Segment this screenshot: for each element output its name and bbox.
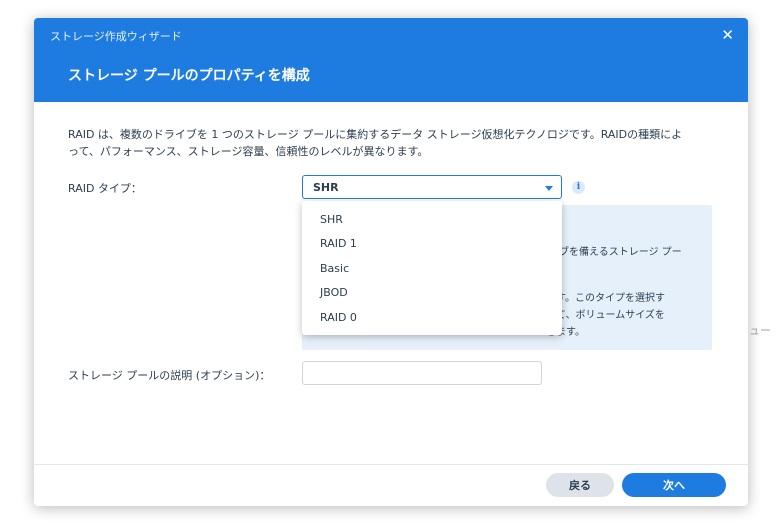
- info-icon[interactable]: i: [572, 181, 585, 194]
- dialog-header: ストレージ作成ウィザード ✕ ストレージ プールのプロパティを構成: [34, 18, 748, 102]
- raid-description-line-2: って、パフォーマンス、ストレージ容量、信頼性のレベルが異なります。: [68, 145, 429, 158]
- dropdown-option-shr[interactable]: SHR: [320, 213, 343, 226]
- raid-type-label: RAID タイプ：: [68, 182, 142, 195]
- dropdown-option-raid1[interactable]: RAID 1: [320, 237, 357, 250]
- footer-divider: [34, 464, 748, 465]
- storage-wizard-dialog: ストレージ作成ウィザード ✕ ストレージ プールのプロパティを構成 RAID は…: [34, 18, 748, 506]
- raid-description: RAID は、複数のドライブを 1 つのストレージ プールに集約するデータ スト…: [68, 126, 728, 160]
- info-text-line: ブを備えるストレージ プー: [559, 247, 682, 258]
- dropdown-option-raid0[interactable]: RAID 0: [320, 311, 357, 324]
- next-button[interactable]: 次へ: [622, 473, 726, 497]
- info-text-line: ます。このタイプを選択す: [546, 293, 665, 304]
- dropdown-option-basic[interactable]: Basic: [320, 262, 349, 275]
- raid-description-line-1: RAID は、複数のドライブを 1 つのストレージ プールに集約するデータ スト…: [68, 128, 683, 141]
- close-icon[interactable]: ✕: [721, 26, 734, 44]
- pool-description-label: ストレージ プールの説明 (オプション)：: [68, 369, 271, 382]
- dropdown-option-jbod[interactable]: JBOD: [320, 286, 348, 299]
- raid-type-select[interactable]: SHR: [302, 175, 562, 199]
- raid-type-dropdown: SHR RAID 1 Basic JBOD RAID 0: [302, 201, 562, 335]
- info-text-line: せて、ボリュームサイズを: [546, 310, 665, 321]
- caret-down-icon: [545, 186, 553, 191]
- back-button[interactable]: 戻る: [546, 473, 614, 497]
- page-title: ストレージ プールのプロパティを構成: [68, 68, 310, 84]
- raid-type-selected-value: SHR: [313, 181, 339, 194]
- pool-description-input[interactable]: [302, 361, 542, 385]
- wizard-title: ストレージ作成ウィザード: [50, 30, 182, 43]
